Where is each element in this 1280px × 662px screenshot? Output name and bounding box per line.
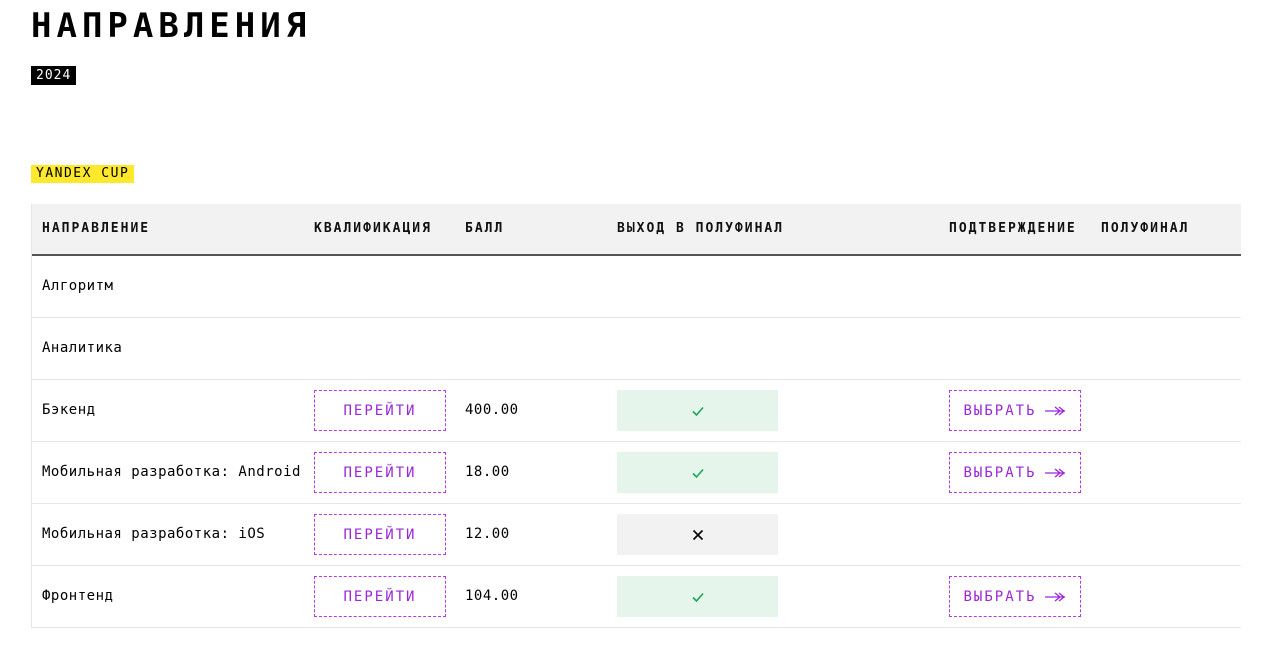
section-badge: YANDEX CUP <box>31 165 135 183</box>
choose-label: ВЫБРАТЬ <box>963 402 1037 419</box>
header-direction: НАПРАВЛЕНИЕ <box>42 221 151 236</box>
arrow-right-icon <box>1044 591 1065 602</box>
go-button[interactable]: ПЕРЕЙТИ <box>314 452 446 493</box>
semifinal-status-passed <box>617 452 778 493</box>
semifinal-status-passed <box>617 390 778 431</box>
directions-table: НАПРАВЛЕНИЕ КВАЛИФИКАЦИЯ БАЛЛ ВЫХОД В ПО… <box>31 204 1241 628</box>
check-icon <box>691 468 704 478</box>
score-value: 400.00 <box>465 402 519 418</box>
table-row: Фронтенд ПЕРЕЙТИ 104.00 ВЫБРАТЬ <box>32 566 1241 628</box>
choose-button[interactable]: ВЫБРАТЬ <box>949 390 1081 431</box>
direction-name: Алгоритм <box>42 278 114 294</box>
check-icon <box>691 406 704 416</box>
choose-label: ВЫБРАТЬ <box>963 464 1037 481</box>
semifinal-status-passed <box>617 576 778 617</box>
direction-name: Мобильная разработка: Android <box>42 464 301 480</box>
choose-button[interactable]: ВЫБРАТЬ <box>949 452 1081 493</box>
choose-label: ВЫБРАТЬ <box>963 588 1037 605</box>
header-semifinal-access: ВЫХОД В ПОЛУФИНАЛ <box>617 221 785 236</box>
score-value: 12.00 <box>465 526 510 542</box>
go-button[interactable]: ПЕРЕЙТИ <box>314 390 446 431</box>
direction-name: Мобильная разработка: iOS <box>42 526 266 542</box>
go-button[interactable]: ПЕРЕЙТИ <box>314 514 446 555</box>
table-row: Бэкенд ПЕРЕЙТИ 400.00 ВЫБРАТЬ <box>32 380 1241 442</box>
table-row: Алгоритм <box>32 256 1241 318</box>
score-value: 18.00 <box>465 464 510 480</box>
cross-icon <box>692 529 703 540</box>
score-value: 104.00 <box>465 588 519 604</box>
arrow-right-icon <box>1044 405 1065 416</box>
table-row: Аналитика <box>32 318 1241 380</box>
semifinal-status-failed <box>617 514 778 555</box>
header-confirmation: ПОДТВЕРЖДЕНИЕ <box>949 221 1077 236</box>
page: НАПРАВЛЕНИЯ 2024 YANDEX CUP НАПРАВЛЕНИЕ … <box>0 0 1280 662</box>
header-qualification: КВАЛИФИКАЦИЯ <box>314 221 432 236</box>
go-button[interactable]: ПЕРЕЙТИ <box>314 576 446 617</box>
table-row: Мобильная разработка: iOS ПЕРЕЙТИ 12.00 <box>32 504 1241 566</box>
arrow-right-icon <box>1044 467 1065 478</box>
choose-button[interactable]: ВЫБРАТЬ <box>949 576 1081 617</box>
header-semifinal: ПОЛУФИНАЛ <box>1101 221 1190 236</box>
page-title: НАПРАВЛЕНИЯ <box>31 6 312 46</box>
year-badge: 2024 <box>31 66 77 85</box>
table-header: НАПРАВЛЕНИЕ КВАЛИФИКАЦИЯ БАЛЛ ВЫХОД В ПО… <box>32 204 1241 256</box>
direction-name: Бэкенд <box>42 402 96 418</box>
table-row: Мобильная разработка: Android ПЕРЕЙТИ 18… <box>32 442 1241 504</box>
header-score: БАЛЛ <box>465 221 505 236</box>
direction-name: Аналитика <box>42 340 123 356</box>
check-icon <box>691 592 704 602</box>
direction-name: Фронтенд <box>42 588 114 604</box>
